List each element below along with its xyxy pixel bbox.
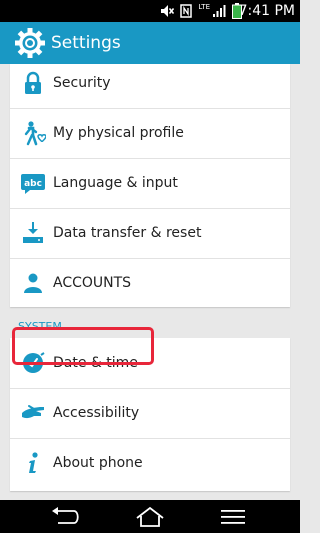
hand-icon	[20, 400, 46, 426]
settings-card-main: Security My physical profile abc Languag…	[10, 64, 290, 307]
mute-icon	[161, 5, 175, 17]
walking-person-icon	[20, 120, 46, 146]
gear-icon	[15, 28, 45, 58]
back-button[interactable]	[48, 504, 82, 530]
settings-item-label: About phone	[53, 455, 143, 471]
settings-item-accounts[interactable]: ACCOUNTS	[10, 258, 290, 308]
home-button[interactable]	[133, 504, 167, 530]
keyboard-abc-icon: abc	[20, 170, 46, 196]
settings-item-label: Security	[53, 75, 111, 91]
settings-item-accessibility[interactable]: Accessibility	[10, 388, 290, 438]
settings-item-language-input[interactable]: abc Language & input	[10, 158, 290, 208]
signal-icon	[213, 5, 226, 17]
settings-item-physical-profile[interactable]: My physical profile	[10, 108, 290, 158]
settings-list: Security My physical profile abc Languag…	[0, 64, 300, 500]
lock-icon	[20, 70, 46, 96]
status-bar: LTE 7:41 PM	[0, 0, 300, 22]
page-title: Settings	[51, 33, 121, 53]
nfc-icon	[180, 4, 193, 18]
settings-item-label: Language & input	[53, 175, 178, 191]
download-tray-icon	[20, 220, 46, 246]
settings-item-data-transfer[interactable]: Data transfer & reset	[10, 208, 290, 258]
info-icon	[20, 450, 46, 476]
settings-item-label: Data transfer & reset	[53, 225, 202, 241]
menu-button[interactable]	[216, 504, 250, 530]
person-icon	[20, 270, 46, 296]
network-type: LTE	[198, 2, 210, 11]
navigation-bar	[0, 500, 300, 533]
settings-item-label: My physical profile	[53, 125, 184, 141]
accounts-highlight-box	[12, 327, 154, 365]
settings-item-label: ACCOUNTS	[53, 275, 132, 291]
status-icons: LTE	[160, 3, 242, 19]
settings-item-about-phone[interactable]: About phone	[10, 438, 290, 488]
settings-item-label: Accessibility	[53, 405, 140, 421]
svg-text:abc: abc	[24, 179, 42, 189]
clock-time: 7:41 PM	[238, 3, 295, 19]
settings-item-security[interactable]: Security	[10, 58, 290, 108]
